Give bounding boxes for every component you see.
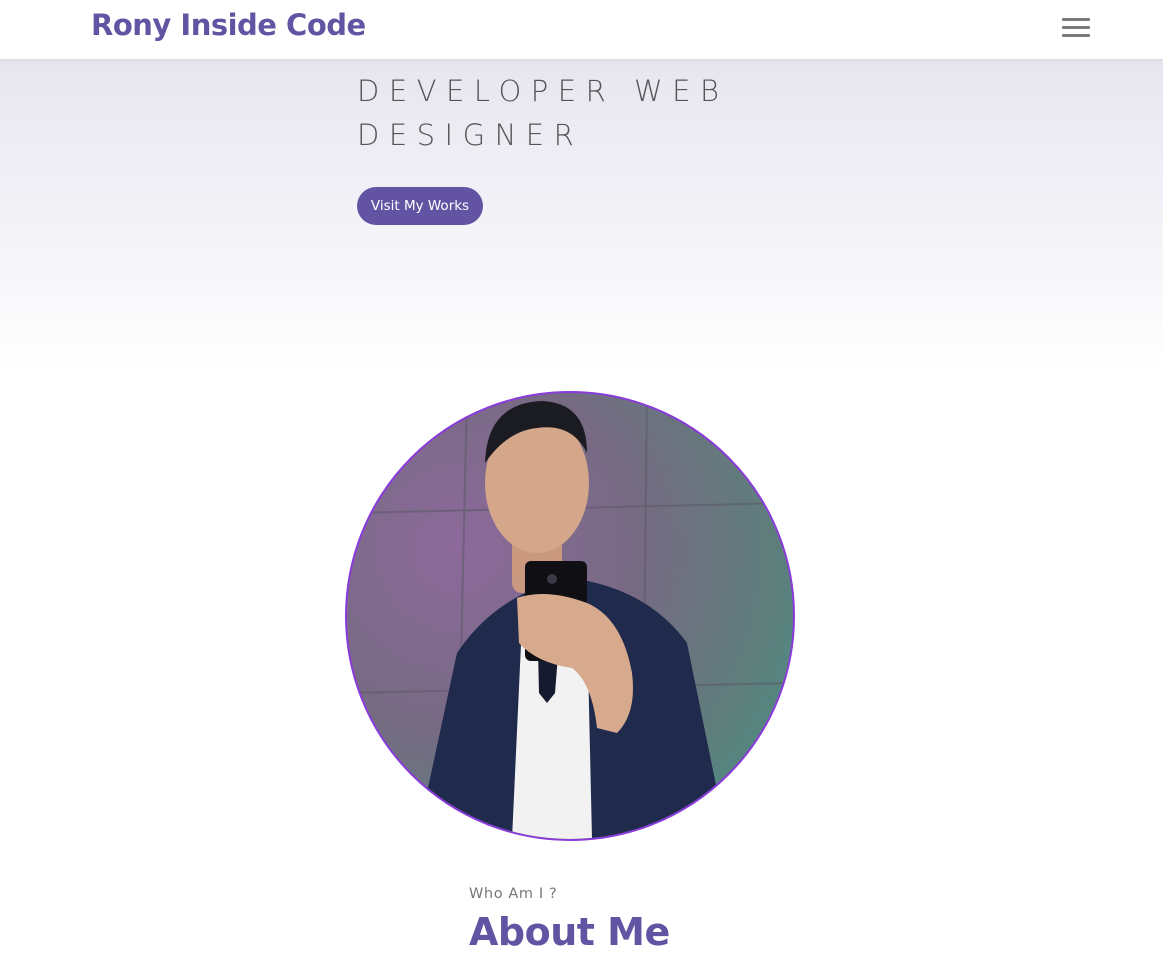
brand-logo[interactable]: Rony Inside Code bbox=[91, 8, 366, 42]
profile-photo bbox=[345, 391, 795, 841]
page: Rony Inside Code DEVELOPER WEB DESIGNER … bbox=[0, 0, 1163, 964]
about-eyebrow: Who Am I ? bbox=[469, 886, 558, 902]
about-title: About Me bbox=[469, 910, 670, 954]
profile-photo-illustration bbox=[347, 393, 793, 839]
hamburger-bar bbox=[1062, 26, 1090, 29]
visit-my-works-button[interactable]: Visit My Works bbox=[357, 187, 483, 225]
hero-tagline: DEVELOPER WEB DESIGNER bbox=[357, 74, 729, 152]
hero-section: DEVELOPER WEB DESIGNER Visit My Works bbox=[0, 59, 1163, 370]
hamburger-menu-icon[interactable] bbox=[1062, 17, 1090, 39]
hamburger-bar bbox=[1062, 34, 1090, 37]
navbar: Rony Inside Code bbox=[0, 0, 1163, 59]
hamburger-bar bbox=[1062, 18, 1090, 21]
